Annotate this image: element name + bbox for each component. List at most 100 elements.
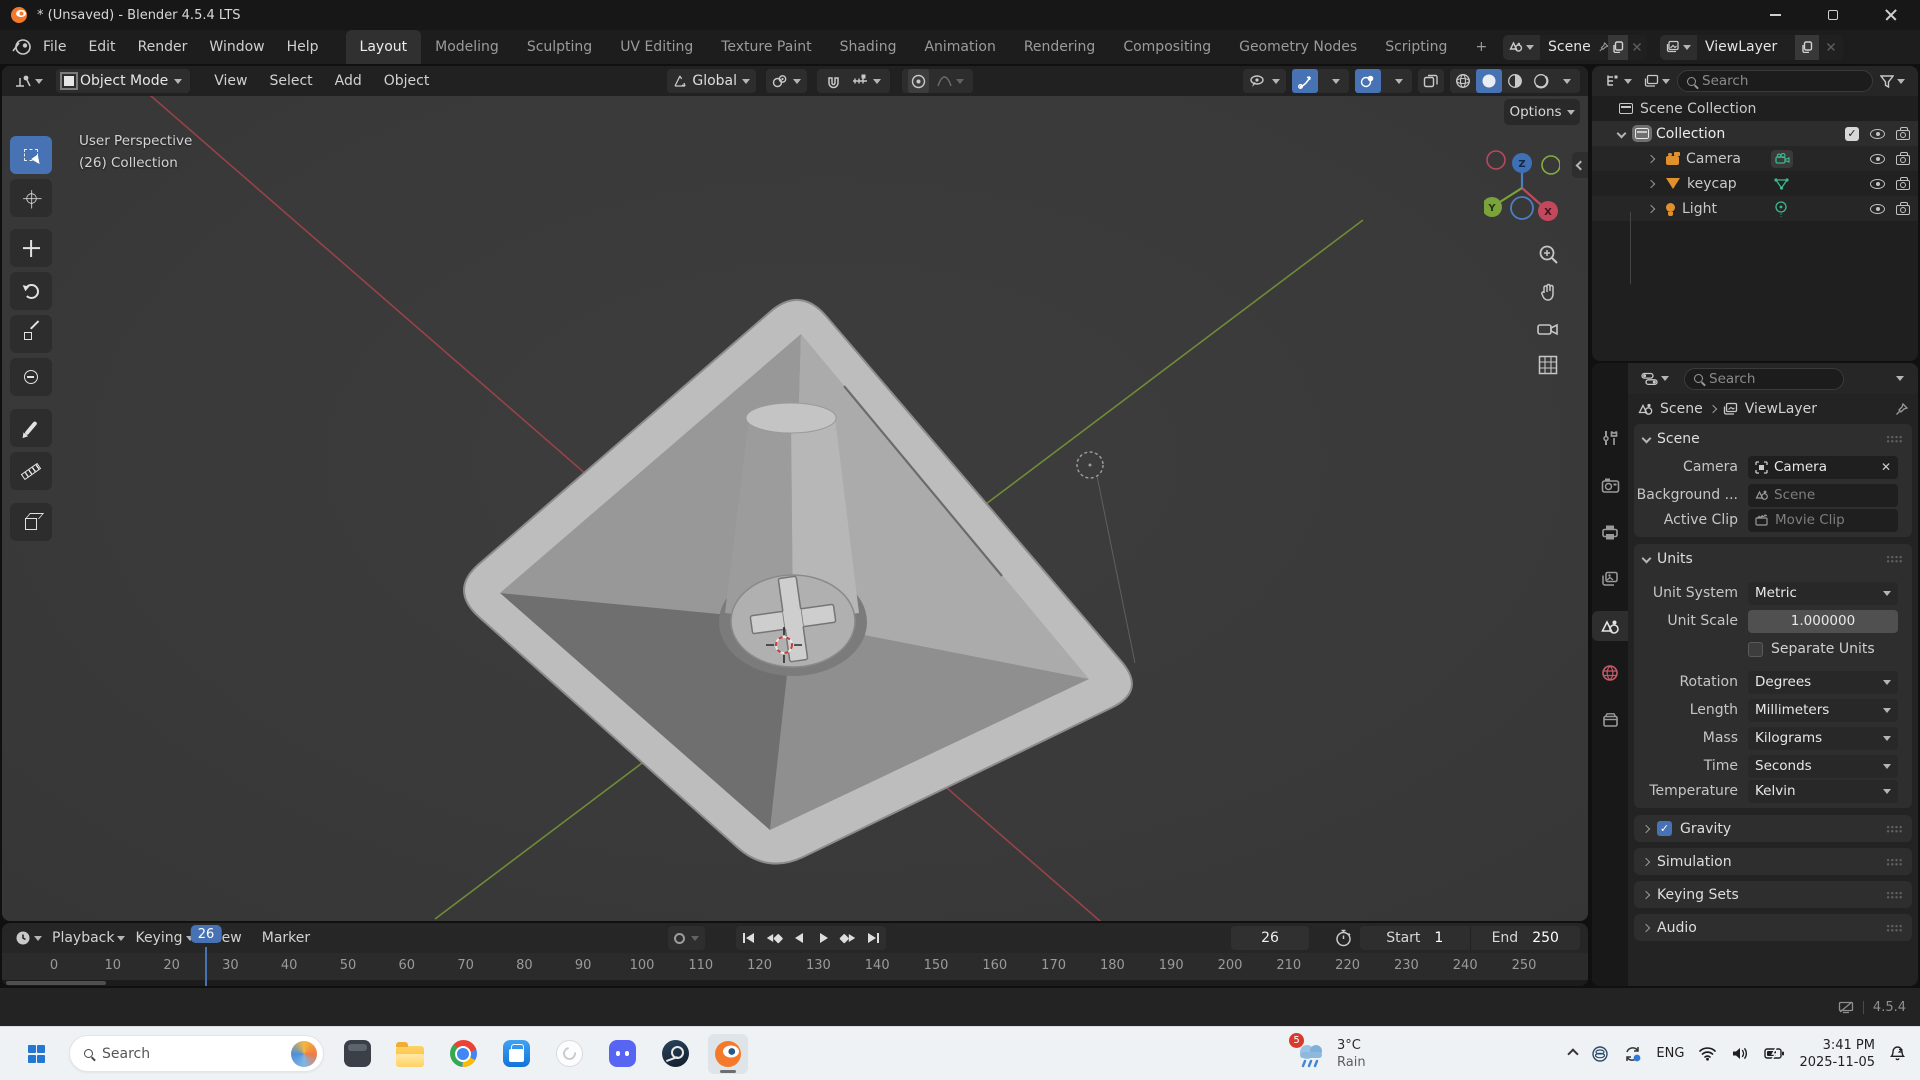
tab-tool-properties[interactable] bbox=[1592, 423, 1628, 453]
proportional-falloff-dropdown[interactable] bbox=[934, 69, 967, 93]
view-layer-copy-button[interactable] bbox=[1795, 35, 1819, 60]
outliner-editor-type-button[interactable] bbox=[1600, 69, 1637, 93]
eye-icon[interactable] bbox=[1870, 179, 1885, 189]
outliner-filter-button[interactable] bbox=[1875, 69, 1910, 93]
keycap-model[interactable] bbox=[464, 300, 1132, 864]
app-discord[interactable] bbox=[602, 1034, 642, 1074]
tool-select-box[interactable] bbox=[10, 136, 52, 174]
menu-help[interactable]: Help bbox=[276, 39, 330, 55]
tab-animation[interactable]: Animation bbox=[910, 30, 1009, 64]
show-overlays-toggle[interactable] bbox=[1355, 69, 1381, 93]
scene-panel-header[interactable]: Scene bbox=[1634, 424, 1912, 453]
view-layer-remove-button[interactable] bbox=[1819, 35, 1843, 60]
app-dark-window[interactable] bbox=[337, 1034, 377, 1074]
notification-bell-icon[interactable] bbox=[1889, 1045, 1906, 1062]
outliner-display-mode-button[interactable] bbox=[1639, 69, 1675, 93]
add-workspace-button[interactable]: + bbox=[1461, 30, 1501, 64]
proportional-edit-toggle[interactable] bbox=[908, 69, 929, 93]
battery-icon[interactable] bbox=[1764, 1047, 1785, 1060]
pivot-point-dropdown[interactable] bbox=[766, 69, 807, 93]
expand-chevron-icon[interactable] bbox=[1647, 204, 1655, 212]
tab-sculpting[interactable]: Sculpting bbox=[513, 30, 606, 64]
scrollbar-handle[interactable] bbox=[6, 981, 106, 985]
outliner-search[interactable] bbox=[1677, 70, 1873, 92]
app-file-explorer[interactable] bbox=[390, 1034, 430, 1074]
tab-view-layer-properties[interactable] bbox=[1592, 564, 1628, 594]
editor-type-button[interactable] bbox=[10, 69, 48, 93]
pin-icon[interactable] bbox=[1599, 41, 1609, 53]
tab-output-properties[interactable] bbox=[1592, 517, 1628, 547]
pin-icon[interactable] bbox=[1895, 403, 1908, 416]
tab-scripting[interactable]: Scripting bbox=[1371, 30, 1461, 64]
scene-copy-button[interactable] bbox=[1608, 35, 1627, 60]
sync-update-icon[interactable] bbox=[1623, 1045, 1642, 1063]
grip-dots-icon[interactable] bbox=[1886, 555, 1903, 563]
taskbar-search-input[interactable] bbox=[102, 1046, 282, 1062]
zoom-icon[interactable] bbox=[1538, 244, 1559, 265]
timeline-menu-marker[interactable]: Marker bbox=[252, 930, 320, 946]
snap-settings-dropdown[interactable] bbox=[849, 69, 884, 93]
eye-icon[interactable] bbox=[1870, 204, 1885, 214]
x-icon[interactable]: ✕ bbox=[1881, 460, 1891, 474]
camera-toggle-icon[interactable] bbox=[1896, 180, 1910, 190]
breadcrumb-scene[interactable]: Scene bbox=[1660, 401, 1703, 417]
xray-toggle[interactable] bbox=[1418, 69, 1444, 93]
shading-wireframe-button[interactable] bbox=[1450, 69, 1476, 93]
grip-dots-icon[interactable] bbox=[1886, 825, 1903, 833]
shading-material-button[interactable] bbox=[1502, 69, 1528, 93]
unit-system-dropdown[interactable]: Metric bbox=[1748, 582, 1898, 605]
keying-menu[interactable]: Keying bbox=[130, 926, 198, 950]
timeline-editor-type-button[interactable] bbox=[10, 926, 47, 950]
scene-name[interactable]: Scene bbox=[1540, 39, 1599, 55]
viewport-menu-view[interactable]: View bbox=[204, 73, 257, 89]
timeline-ruler[interactable]: 0102030405060708090100110120130140150160… bbox=[2, 953, 1588, 980]
outliner-search-input[interactable] bbox=[1702, 73, 1863, 89]
jump-to-end-button[interactable] bbox=[861, 926, 886, 950]
outliner-row-camera[interactable]: Camera bbox=[1592, 146, 1918, 171]
app-microsoft-store[interactable] bbox=[496, 1034, 536, 1074]
tool-annotate[interactable] bbox=[10, 409, 52, 447]
properties-search-input[interactable] bbox=[1709, 371, 1834, 387]
menu-window[interactable]: Window bbox=[198, 39, 275, 55]
timeline-scrollbar[interactable] bbox=[2, 980, 1588, 986]
blender-menu-logo-icon[interactable] bbox=[12, 39, 32, 55]
gravity-checkbox[interactable]: ✓ bbox=[1657, 821, 1672, 836]
navigation-gizmo[interactable]: Z Y X bbox=[1484, 150, 1560, 226]
tab-uv-editing[interactable]: UV Editing bbox=[606, 30, 707, 64]
grip-dots-icon[interactable] bbox=[1886, 891, 1903, 899]
close-button[interactable] bbox=[1862, 0, 1920, 30]
overlays-settings-dropdown[interactable] bbox=[1386, 69, 1412, 93]
app-light-circle[interactable] bbox=[549, 1034, 589, 1074]
tool-transform[interactable] bbox=[10, 358, 52, 396]
camera-toggle-icon[interactable] bbox=[1896, 205, 1910, 215]
tab-render-properties[interactable] bbox=[1592, 470, 1628, 500]
minimize-button[interactable] bbox=[1746, 0, 1804, 30]
taskbar-weather[interactable]: 5 3°C Rain bbox=[1294, 1027, 1366, 1080]
taskbar-clock[interactable]: 3:41 PM 2025-11-05 bbox=[1799, 1037, 1875, 1071]
wifi-icon[interactable] bbox=[1698, 1046, 1717, 1061]
jump-to-start-button[interactable] bbox=[736, 926, 761, 950]
shading-solid-button[interactable] bbox=[1476, 69, 1502, 93]
menu-file[interactable]: File bbox=[32, 39, 77, 55]
tab-world-properties[interactable] bbox=[1592, 658, 1628, 688]
volume-icon[interactable] bbox=[1731, 1046, 1750, 1061]
outliner-row-light[interactable]: Light bbox=[1592, 196, 1918, 221]
outliner-row-collection[interactable]: Collection ✓ bbox=[1592, 121, 1918, 146]
current-frame-field[interactable]: 26 bbox=[1231, 926, 1309, 950]
playhead-frame-badge[interactable]: 26 bbox=[191, 925, 222, 943]
app-chrome[interactable] bbox=[443, 1034, 483, 1074]
object-visibility-dropdown[interactable] bbox=[1243, 69, 1286, 93]
viewport-menu-object[interactable]: Object bbox=[374, 73, 440, 89]
gravity-panel[interactable]: ✓ Gravity bbox=[1634, 815, 1912, 842]
tab-layout[interactable]: Layout bbox=[346, 30, 422, 64]
tool-cursor[interactable] bbox=[10, 179, 52, 217]
maximize-button[interactable] bbox=[1804, 0, 1862, 30]
temperature-dropdown[interactable]: Kelvin bbox=[1748, 780, 1898, 803]
rotation-dropdown[interactable]: Degrees bbox=[1748, 671, 1898, 694]
record-circle-icon[interactable] bbox=[674, 933, 685, 944]
tool-measure[interactable] bbox=[10, 452, 52, 490]
menu-render[interactable]: Render bbox=[127, 39, 199, 55]
chevron-down-icon[interactable] bbox=[1896, 376, 1904, 381]
shading-settings-dropdown[interactable] bbox=[1554, 69, 1580, 93]
prev-keyframe-button[interactable] bbox=[761, 926, 786, 950]
